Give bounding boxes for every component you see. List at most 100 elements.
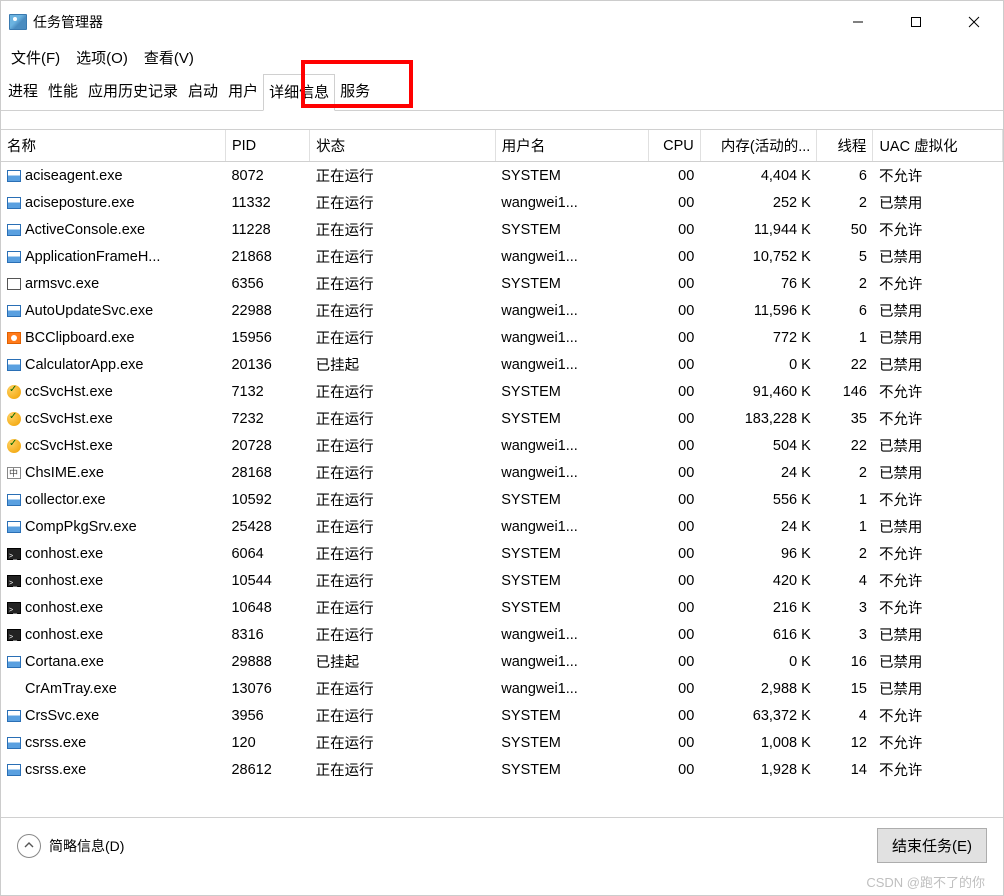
process-status: 正在运行: [310, 567, 496, 594]
table-row[interactable]: ccSvcHst.exe20728正在运行wangwei1...00504 K2…: [1, 432, 1003, 459]
tab-processes[interactable]: 进程: [3, 74, 43, 110]
table-row[interactable]: armsvc.exe6356正在运行SYSTEM0076 K2不允许: [1, 270, 1003, 297]
process-cpu: 00: [648, 324, 700, 351]
tab-performance[interactable]: 性能: [43, 74, 83, 110]
process-threads: 2: [817, 189, 873, 216]
table-row[interactable]: csrss.exe28612正在运行SYSTEM001,928 K14不允许: [1, 756, 1003, 783]
end-task-button[interactable]: 结束任务(E): [877, 828, 987, 863]
process-cpu: 00: [648, 297, 700, 324]
minimize-button[interactable]: [829, 1, 887, 43]
table-row[interactable]: csrss.exe120正在运行SYSTEM001,008 K12不允许: [1, 729, 1003, 756]
process-user: wangwei1...: [495, 459, 648, 486]
process-uac: 已禁用: [873, 648, 1003, 675]
process-memory: 616 K: [700, 621, 817, 648]
table-row[interactable]: aciseagent.exe8072正在运行SYSTEM004,404 K6不允…: [1, 162, 1003, 190]
table-row[interactable]: conhost.exe10648正在运行SYSTEM00216 K3不允许: [1, 594, 1003, 621]
tab-users[interactable]: 用户: [223, 74, 263, 110]
table-row[interactable]: CrsSvc.exe3956正在运行SYSTEM0063,372 K4不允许: [1, 702, 1003, 729]
tab-app-history[interactable]: 应用历史记录: [83, 74, 183, 110]
col-header-status[interactable]: 状态: [310, 130, 496, 162]
process-table-container[interactable]: 名称 PID 状态 用户名 CPU 内存(活动的... 线程 UAC 虚拟化 a…: [1, 129, 1003, 817]
process-threads: 4: [817, 702, 873, 729]
process-cpu: 00: [648, 486, 700, 513]
maximize-button[interactable]: [887, 1, 945, 43]
process-threads: 6: [817, 162, 873, 190]
process-cpu: 00: [648, 513, 700, 540]
process-memory: 420 K: [700, 567, 817, 594]
table-row[interactable]: ApplicationFrameH...21868正在运行wangwei1...…: [1, 243, 1003, 270]
table-row[interactable]: Cortana.exe29888已挂起wangwei1...000 K16已禁用: [1, 648, 1003, 675]
process-memory: 0 K: [700, 351, 817, 378]
process-pid: 3956: [225, 702, 309, 729]
col-header-name[interactable]: 名称: [1, 130, 225, 162]
table-row[interactable]: BCClipboard.exe15956正在运行wangwei1...00772…: [1, 324, 1003, 351]
process-name: collector.exe: [25, 492, 106, 508]
process-icon: [7, 385, 21, 399]
table-row[interactable]: conhost.exe10544正在运行SYSTEM00420 K4不允许: [1, 567, 1003, 594]
process-threads: 22: [817, 432, 873, 459]
table-row[interactable]: CalculatorApp.exe20136已挂起wangwei1...000 …: [1, 351, 1003, 378]
process-icon: [7, 278, 21, 290]
table-row[interactable]: ChsIME.exe28168正在运行wangwei1...0024 K2已禁用: [1, 459, 1003, 486]
process-uac: 不允许: [873, 540, 1003, 567]
fewer-details-toggle[interactable]: 简略信息(D): [17, 834, 124, 858]
table-row[interactable]: collector.exe10592正在运行SYSTEM00556 K1不允许: [1, 486, 1003, 513]
process-memory: 556 K: [700, 486, 817, 513]
process-status: 正在运行: [310, 621, 496, 648]
process-memory: 4,404 K: [700, 162, 817, 190]
col-header-cpu[interactable]: CPU: [648, 130, 700, 162]
col-header-threads[interactable]: 线程: [817, 130, 873, 162]
process-status: 正在运行: [310, 270, 496, 297]
process-pid: 6064: [225, 540, 309, 567]
close-button[interactable]: [945, 1, 1003, 43]
menu-view[interactable]: 查看(V): [144, 47, 194, 68]
table-row[interactable]: AutoUpdateSvc.exe22988正在运行wangwei1...001…: [1, 297, 1003, 324]
process-status: 正在运行: [310, 459, 496, 486]
process-memory: 76 K: [700, 270, 817, 297]
tab-startup[interactable]: 启动: [183, 74, 223, 110]
tabbar: 进程 性能 应用历史记录 启动 用户 详细信息 服务: [1, 74, 1003, 111]
process-user: wangwei1...: [495, 351, 648, 378]
process-pid: 10544: [225, 567, 309, 594]
tab-services[interactable]: 服务: [335, 74, 375, 110]
table-row[interactable]: aciseposture.exe11332正在运行wangwei1...0025…: [1, 189, 1003, 216]
col-header-user[interactable]: 用户名: [495, 130, 648, 162]
process-name: ApplicationFrameH...: [25, 249, 160, 265]
process-icon: [7, 548, 21, 560]
process-icon: [7, 737, 21, 749]
process-pid: 7232: [225, 405, 309, 432]
tab-details[interactable]: 详细信息: [263, 74, 335, 111]
process-threads: 3: [817, 621, 873, 648]
process-name: CalculatorApp.exe: [25, 357, 144, 373]
col-header-pid[interactable]: PID: [225, 130, 309, 162]
col-header-uac[interactable]: UAC 虚拟化: [873, 130, 1003, 162]
process-uac: 已禁用: [873, 513, 1003, 540]
table-row[interactable]: ActiveConsole.exe11228正在运行SYSTEM0011,944…: [1, 216, 1003, 243]
col-header-memory[interactable]: 内存(活动的...: [700, 130, 817, 162]
menu-file[interactable]: 文件(F): [11, 47, 60, 68]
process-pid: 28168: [225, 459, 309, 486]
table-row[interactable]: conhost.exe8316正在运行wangwei1...00616 K3已禁…: [1, 621, 1003, 648]
process-status: 正在运行: [310, 324, 496, 351]
process-memory: 24 K: [700, 513, 817, 540]
process-user: SYSTEM: [495, 594, 648, 621]
process-table: 名称 PID 状态 用户名 CPU 内存(活动的... 线程 UAC 虚拟化 a…: [1, 130, 1003, 783]
process-memory: 252 K: [700, 189, 817, 216]
process-icon: [7, 170, 21, 182]
menubar: 文件(F) 选项(O) 查看(V): [1, 43, 1003, 74]
table-row[interactable]: CompPkgSrv.exe25428正在运行wangwei1...0024 K…: [1, 513, 1003, 540]
table-row[interactable]: CrAmTray.exe13076正在运行wangwei1...002,988 …: [1, 675, 1003, 702]
process-status: 正在运行: [310, 243, 496, 270]
process-status: 已挂起: [310, 648, 496, 675]
process-user: wangwei1...: [495, 189, 648, 216]
process-name: csrss.exe: [25, 735, 86, 751]
table-row[interactable]: ccSvcHst.exe7232正在运行SYSTEM00183,228 K35不…: [1, 405, 1003, 432]
menu-options[interactable]: 选项(O): [76, 47, 128, 68]
window-title: 任务管理器: [33, 12, 103, 32]
process-name: CompPkgSrv.exe: [25, 519, 137, 535]
process-threads: 15: [817, 675, 873, 702]
process-pid: 10648: [225, 594, 309, 621]
table-row[interactable]: ccSvcHst.exe7132正在运行SYSTEM0091,460 K146不…: [1, 378, 1003, 405]
process-memory: 24 K: [700, 459, 817, 486]
table-row[interactable]: conhost.exe6064正在运行SYSTEM0096 K2不允许: [1, 540, 1003, 567]
